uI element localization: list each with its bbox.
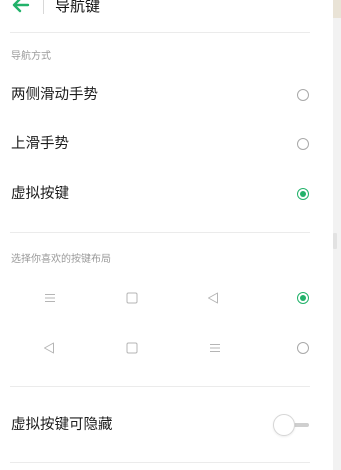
radio-layout-option-1[interactable] bbox=[297, 292, 309, 304]
square-icon bbox=[126, 292, 138, 304]
toggle-knob bbox=[273, 414, 295, 436]
radio-virtual-keys[interactable] bbox=[297, 188, 309, 200]
bottom-divider bbox=[10, 462, 310, 463]
radio-swipe-up[interactable] bbox=[297, 138, 309, 150]
radio-layout-option-2[interactable] bbox=[297, 342, 309, 354]
section-divider bbox=[10, 386, 310, 387]
header-divider bbox=[10, 32, 310, 33]
option-two-side-swipe[interactable]: 两侧滑动手势 bbox=[0, 75, 333, 115]
navigation-mode-section-label: 导航方式 bbox=[11, 51, 51, 62]
page-title: 导航键 bbox=[55, 0, 101, 15]
layout-section-label: 选择你喜欢的按键布局 bbox=[11, 254, 111, 265]
header: 导航键 bbox=[0, 0, 333, 20]
menu-icon bbox=[45, 294, 55, 302]
adjacent-screen-corner bbox=[333, 0, 341, 18]
option-label: 两侧滑动手势 bbox=[11, 87, 98, 103]
hide-virtual-keys-label: 虚拟按键可隐藏 bbox=[11, 417, 113, 433]
adjacent-screen-edge bbox=[333, 0, 341, 470]
menu-icon bbox=[210, 344, 220, 352]
square-icon bbox=[126, 342, 138, 354]
option-label: 上滑手势 bbox=[11, 136, 69, 152]
option-swipe-up[interactable]: 上滑手势 bbox=[0, 124, 333, 164]
radio-two-side-swipe[interactable] bbox=[297, 89, 309, 101]
hide-virtual-keys-toggle[interactable] bbox=[273, 414, 311, 436]
back-triangle-icon bbox=[44, 342, 54, 354]
scroll-handle bbox=[333, 233, 337, 249]
option-virtual-keys[interactable]: 虚拟按键 bbox=[0, 174, 333, 214]
option-label: 虚拟按键 bbox=[11, 186, 69, 202]
header-separator bbox=[43, 0, 44, 14]
back-triangle-icon bbox=[208, 292, 218, 304]
navigation-keys-settings-page: 导航键 导航方式 两侧滑动手势 上滑手势 虚拟按键 选择你喜欢的按键布局 虚拟按… bbox=[0, 0, 333, 470]
layout-option-2[interactable] bbox=[0, 328, 333, 368]
layout-option-1[interactable] bbox=[0, 278, 333, 318]
section-divider bbox=[10, 232, 310, 233]
arrow-left-icon[interactable] bbox=[10, 0, 32, 16]
